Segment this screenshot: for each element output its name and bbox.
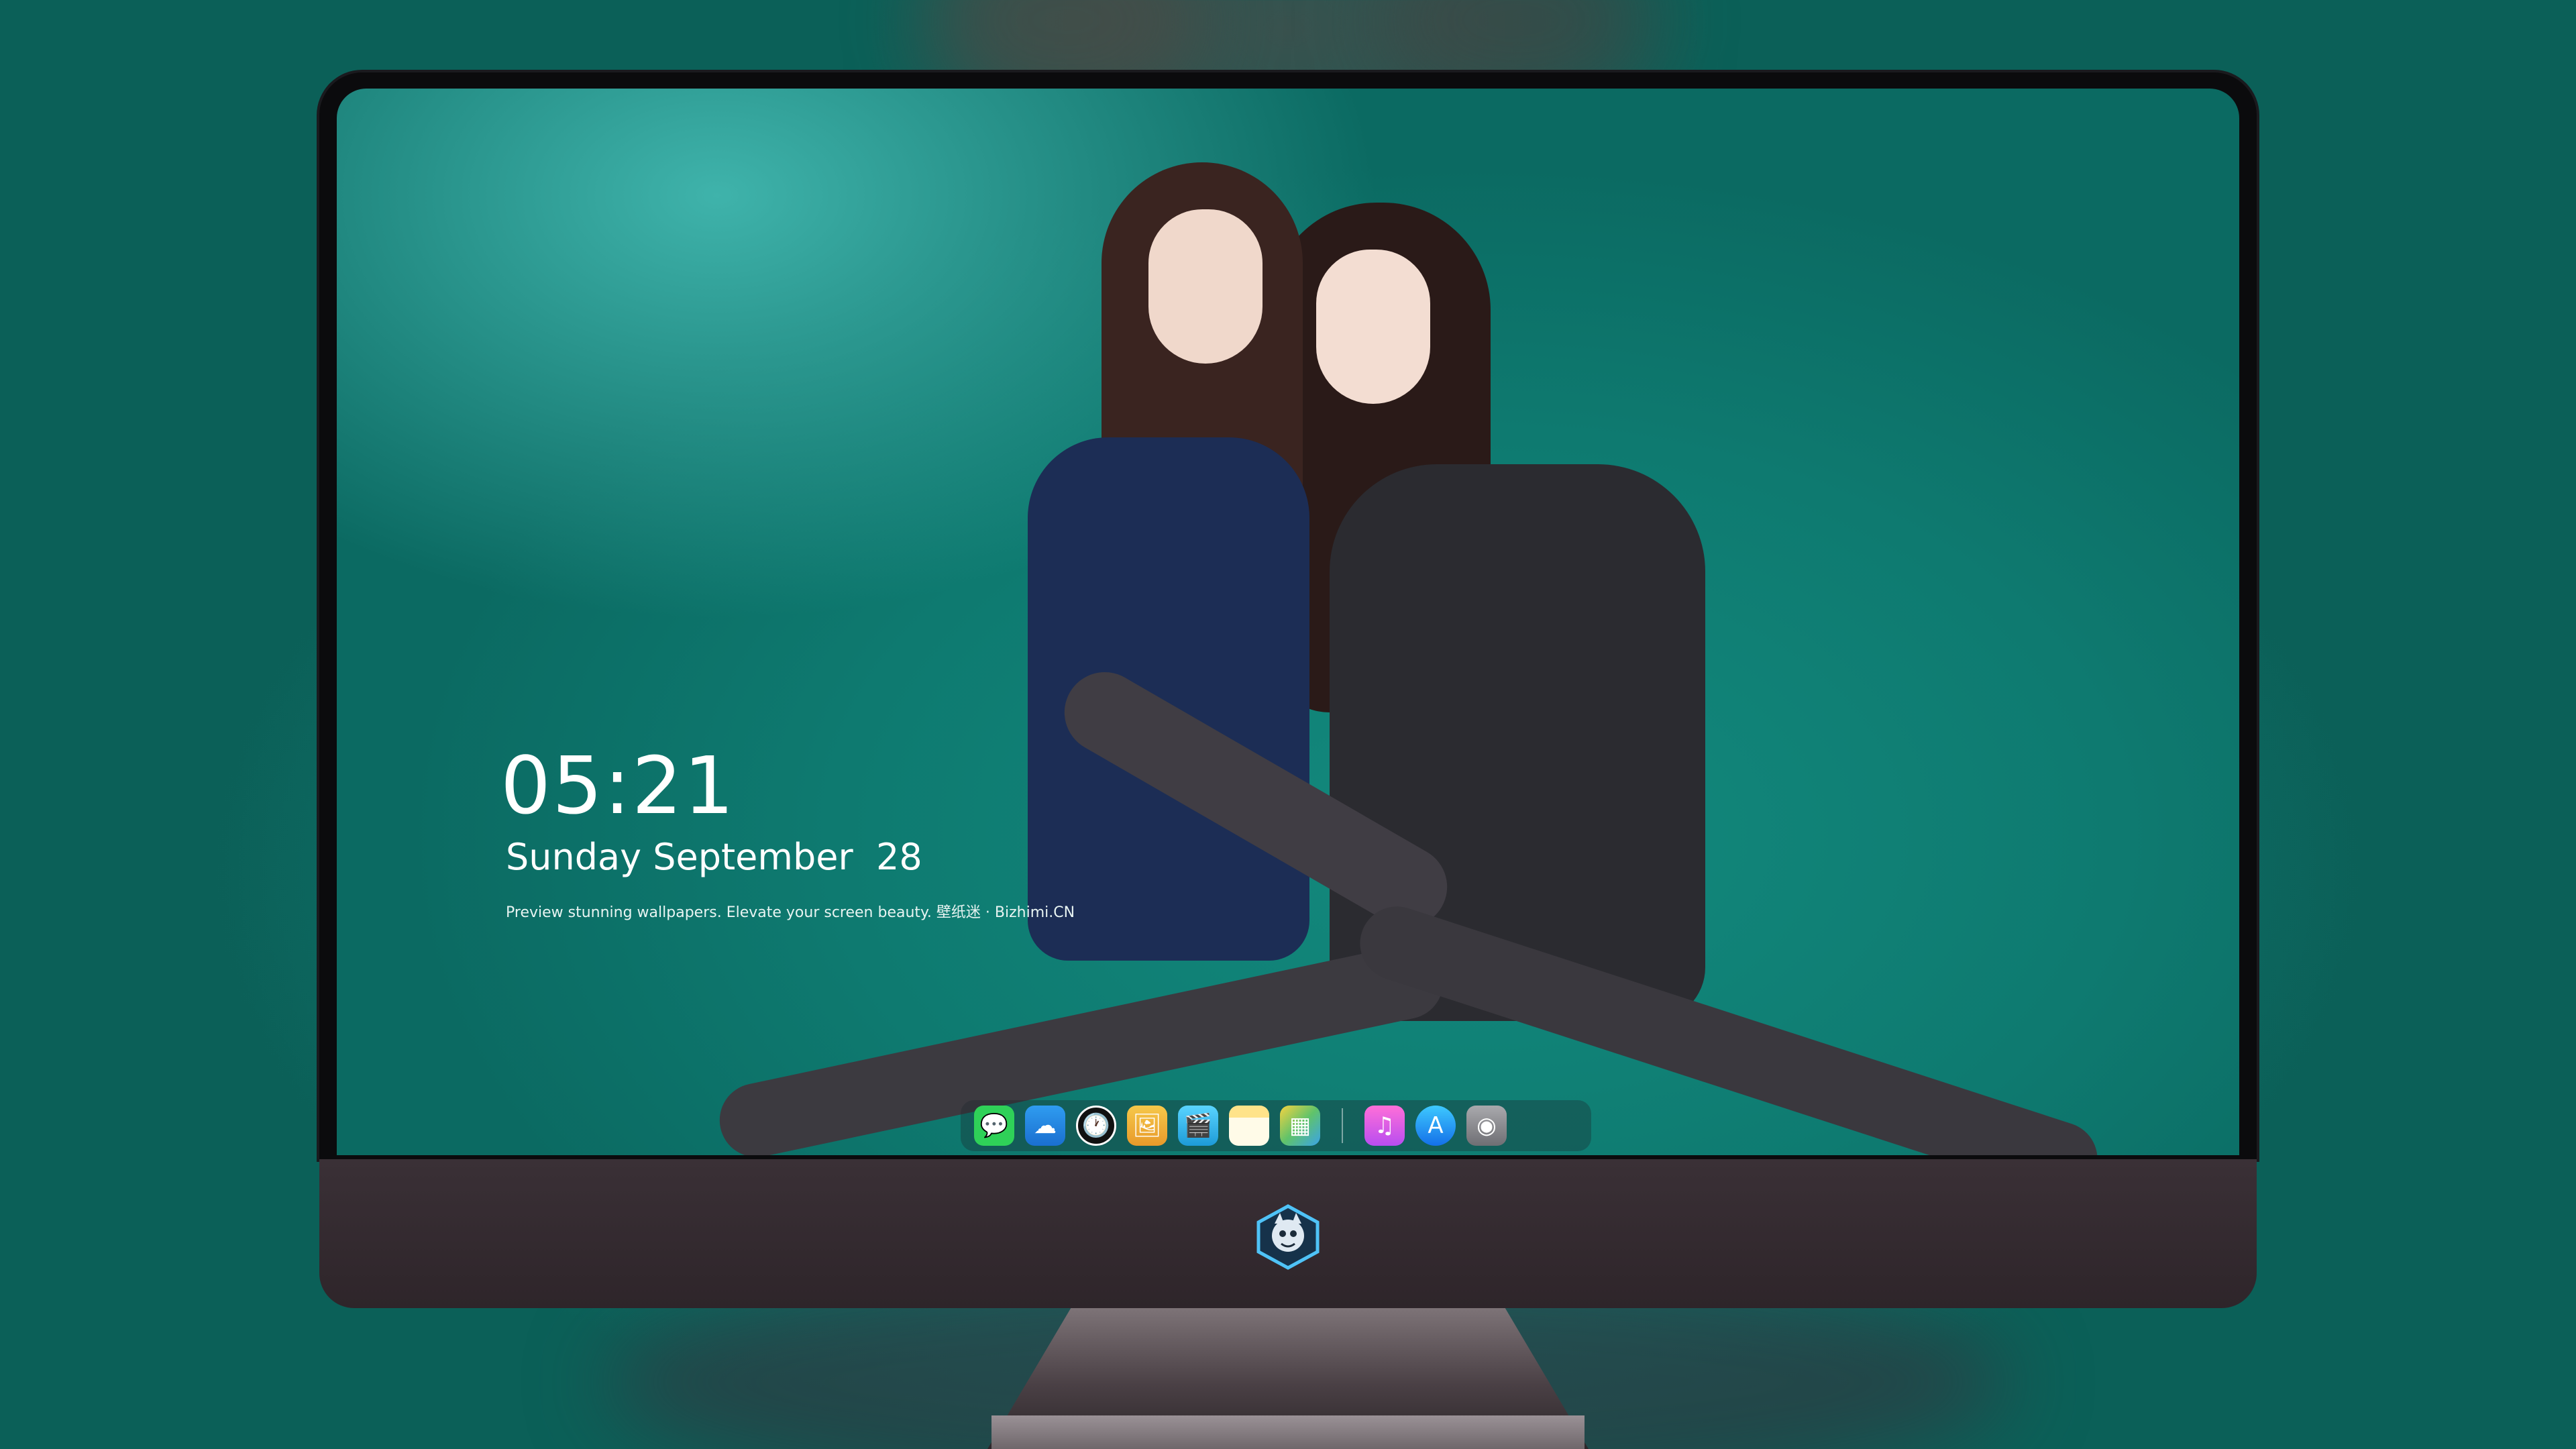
lockscreen-tagline: Preview stunning wallpapers. Elevate you…: [506, 904, 1075, 921]
monitor-bezel: 05:21 Sunday September 28 Preview stunni…: [319, 72, 2257, 1159]
clock-icon[interactable]: 🕐: [1076, 1106, 1116, 1146]
lockscreen-date: Sunday September 28: [506, 836, 922, 878]
monitor: 05:21 Sunday September 28 Preview stunni…: [319, 72, 2257, 1308]
app-store-icon[interactable]: A: [1415, 1106, 1456, 1146]
camera-icon[interactable]: ◉: [1466, 1106, 1507, 1146]
messages-icon[interactable]: 💬: [974, 1106, 1014, 1146]
preview-icon[interactable]: 🖼: [1127, 1106, 1167, 1146]
desktop-screen[interactable]: 05:21 Sunday September 28 Preview stunni…: [337, 89, 2239, 1155]
brand-logo-icon: [1256, 1204, 1320, 1270]
dock-separator: [1342, 1108, 1343, 1143]
video-icon[interactable]: 🎬: [1178, 1106, 1218, 1146]
monitor-chin: [319, 1159, 2257, 1308]
lockscreen-time: 05:21: [500, 739, 736, 832]
wallpaper-figure: [1148, 209, 1263, 364]
dock: 💬 ☁ 🕐 🖼 🎬 ▦ ♫ A ◉: [961, 1100, 1591, 1151]
wallpaper-figure: [1316, 250, 1430, 404]
weather-icon[interactable]: ☁: [1025, 1106, 1065, 1146]
music-icon[interactable]: ♫: [1364, 1106, 1405, 1146]
photos-icon[interactable]: ▦: [1280, 1106, 1320, 1146]
notes-icon[interactable]: [1229, 1106, 1269, 1146]
monitor-stand-base: [991, 1415, 1585, 1449]
